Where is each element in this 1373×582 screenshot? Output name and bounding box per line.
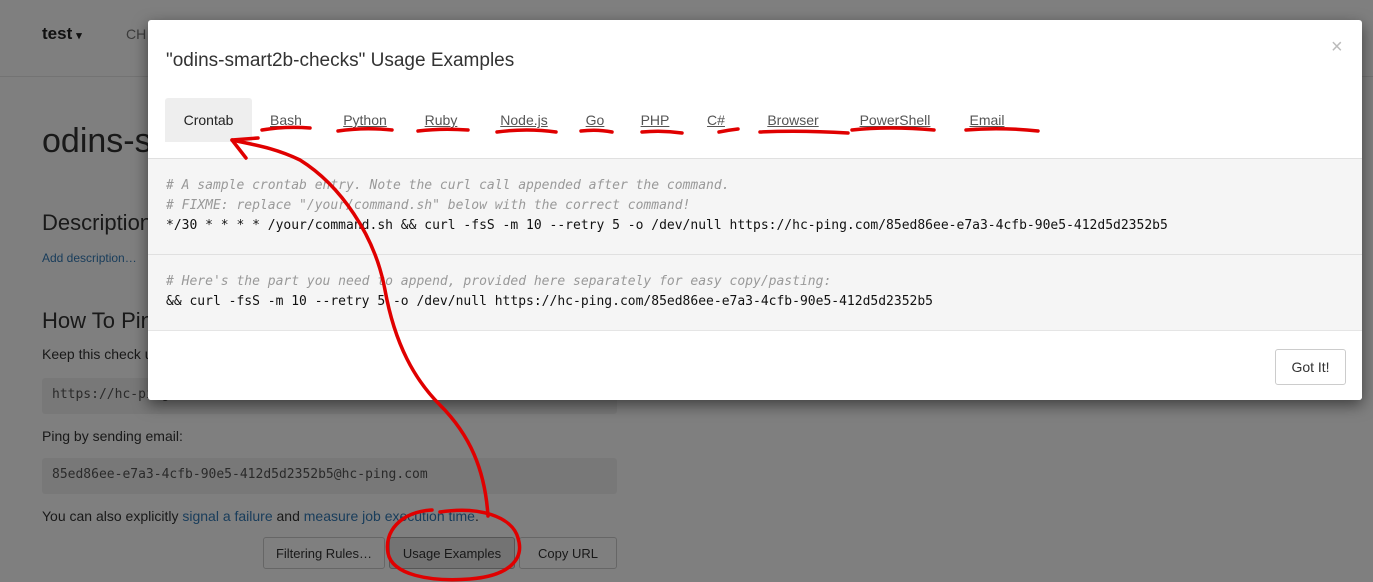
code-command: && curl -fsS -m 10 --retry 5 -o /dev/nul…: [166, 294, 934, 309]
code-comment: # FIXME: replace "/your/command.sh" belo…: [166, 198, 691, 213]
code-comment: # A sample crontab entry. Note the curl …: [166, 178, 730, 193]
close-icon[interactable]: ×: [1331, 36, 1343, 59]
got-it-button[interactable]: Got It!: [1275, 349, 1346, 385]
tab-ruby[interactable]: Ruby: [415, 98, 467, 142]
tab-browser[interactable]: Browser: [753, 98, 833, 142]
modal-title: "odins-smart2b-checks" Usage Examples: [166, 50, 515, 71]
tab-csharp[interactable]: C#: [697, 98, 735, 142]
tab-email[interactable]: Email: [960, 98, 1014, 142]
tab-powershell[interactable]: PowerShell: [847, 98, 943, 142]
tab-bash[interactable]: Bash: [261, 98, 311, 142]
tab-php[interactable]: PHP: [632, 98, 678, 142]
tab-python[interactable]: Python: [332, 98, 398, 142]
usage-examples-modal: "odins-smart2b-checks" Usage Examples × …: [148, 20, 1362, 400]
code-block-append: # Here's the part you need to append, pr…: [148, 254, 1362, 331]
tab-crontab[interactable]: Crontab: [165, 98, 252, 142]
code-comment: # Here's the part you need to append, pr…: [166, 274, 832, 289]
code-command: */30 * * * * /your/command.sh && curl -f…: [166, 218, 1168, 233]
tab-nodejs[interactable]: Node.js: [487, 98, 561, 142]
modal-footer: Got It!: [148, 330, 1362, 400]
code-block-crontab: # A sample crontab entry. Note the curl …: [148, 158, 1362, 255]
tab-go[interactable]: Go: [577, 98, 613, 142]
